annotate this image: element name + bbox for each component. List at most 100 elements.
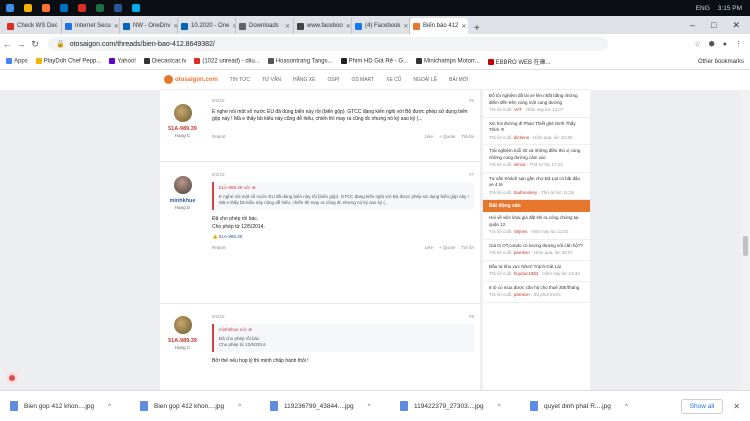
avatar[interactable] [173,104,192,122]
nav-item[interactable]: HÃNG XE [293,77,316,83]
back-icon[interactable]: ← [0,39,14,49]
start-icon[interactable] [6,4,14,12]
tab[interactable]: (4) Facebook ✕ [352,18,410,34]
bookmark-item[interactable]: (1022 unread) - diiu... [194,58,260,65]
bookmark-item[interactable]: Diecastcar.tv [143,58,186,65]
nav-item[interactable]: TIN TỨC [230,77,250,83]
close-icon[interactable]: ✕ [346,23,351,30]
post-date[interactable]: 8/3/18 [212,98,225,105]
post-number[interactable]: #7 [469,172,474,179]
bookmark-item[interactable]: Apps [6,58,28,65]
like-link[interactable]: Like [425,134,433,141]
nav-item[interactable]: OS MART [351,77,374,83]
extension-icon[interactable]: ⬢ [709,40,715,48]
page-scrollbar[interactable] [741,90,750,390]
forward-icon[interactable]: → [14,39,28,49]
new-tab-button[interactable]: + [468,23,486,34]
maximize-icon[interactable]: □ [711,20,716,31]
tab[interactable]: Check WS Dec✕ [4,18,62,34]
sidebar-thread[interactable]: Đầu tư khu vực Nhơn Trạch-Cát Lái Trả lời… [483,261,590,282]
show-all-button[interactable]: Show all [680,398,724,414]
download-item[interactable]: 119422379_27303....jpg ^ [390,401,520,411]
tab-active[interactable]: Biến báo 412 ✕ [410,18,468,34]
close-icon[interactable]: ✕ [285,23,290,30]
post-date[interactable]: 8/3/18 [212,172,225,179]
download-item[interactable]: 119236799_43844....jpg ^ [260,401,390,411]
chrome-icon[interactable] [24,4,32,12]
close-icon[interactable]: ✕ [461,23,466,30]
other-bookmarks[interactable]: Other bookmarks [698,59,750,65]
bookmark-item[interactable]: Hoasontrang Tangs... [267,58,333,65]
taskbar-apps[interactable] [0,4,140,12]
tab[interactable]: Internet Secu ✕ [62,18,120,34]
avatar[interactable] [173,176,192,194]
sidebar-thread[interactable]: Giá trị OT,condo có tương đương với căn … [483,240,590,261]
quote-author[interactable]: minhkhue nói: ⊕ [219,327,469,334]
quote-link[interactable]: + Quote [439,134,455,141]
bookmark-item[interactable]: Yahoo! [109,58,136,65]
sidebar-thread[interactable]: 8 tỏ có mua được căn hộ cho thuê 30tr/th… [483,282,590,303]
chevron-up-icon[interactable]: ^ [238,403,241,410]
skype-icon[interactable] [132,4,140,12]
report-link[interactable]: Report [212,134,226,141]
chevron-up-icon[interactable]: ^ [108,403,111,410]
username[interactable]: 51A-989.39 [160,126,205,132]
nav-item[interactable]: BÁI MỚI [449,77,468,83]
close-window-icon[interactable]: ✕ [732,20,740,31]
minimize-icon[interactable]: – [690,20,695,31]
nav-item[interactable]: NGOÀI LỀ [413,77,437,83]
sidebar-thread[interactable]: Trải nghiệm tuổi 30 và những điều thú vị… [483,145,590,173]
username[interactable]: 51A-989.39 [160,338,205,344]
lang-indicator[interactable]: ENG [696,5,710,12]
post-date[interactable]: 8/3/18 [212,314,225,321]
word-icon[interactable] [114,4,122,12]
like-link[interactable]: Like [425,245,433,252]
bookmark-item[interactable]: PlayDoh Chef Pepp... [35,58,101,65]
avatar[interactable] [173,316,192,334]
nav-item[interactable]: OSPI [327,77,339,83]
clock[interactable]: 3:15 PM [718,5,742,12]
chevron-up-icon[interactable]: ^ [625,403,628,410]
download-item[interactable]: Bien gop 412 khon....jpg ^ [130,401,260,411]
menu-icon[interactable]: ⋮ [735,40,742,48]
username[interactable]: minhkhue [160,198,205,204]
sidebar-thread[interactable]: Xin hỏi đường đi Phan Thiết ghé Dinh Thầ… [483,118,590,146]
download-item[interactable]: Bien gop 412 khon....jpg ^ [0,401,130,411]
tab[interactable]: NW - OneDriv ✕ [120,18,178,34]
bookmark-item[interactable]: Minichamps Motorr... [415,58,480,65]
sidebar-thread[interactable]: Đồ tôi nghiệm đã lái xe lên nhất bằng nh… [483,90,590,118]
download-item[interactable]: quyet dinh phat R....jpg ^ [520,401,650,411]
sidebar-section-title[interactable]: Bất động sản [483,200,590,213]
post-number[interactable]: #6 [469,98,474,105]
quote-link[interactable]: + Quote [439,245,455,252]
close-icon[interactable]: ✕ [114,23,119,30]
record-icon[interactable] [6,372,18,384]
lock-icon[interactable]: 🔒 [56,40,65,48]
url-input[interactable]: 🔒 otosaigon.com/threads/bien-bao-412.864… [48,37,608,51]
firefox-icon[interactable] [42,4,50,12]
site-logo[interactable]: otosaigon.com [164,75,218,84]
bookmark-item[interactable]: EBBRO WEB 在庫... [487,57,551,66]
profile-avatar-icon[interactable]: ● [723,41,727,48]
outlook-icon[interactable] [60,4,68,12]
nav-item[interactable]: XE CŨ [386,77,401,83]
quote-author[interactable]: 51A-989.39 nói: ⊕ [219,185,469,192]
sidebar-thread[interactable]: Hỏi về việc khai giá đất khi ra công chứ… [483,212,590,240]
close-icon[interactable]: ✕ [733,402,740,411]
post-number[interactable]: #8 [469,314,474,321]
pdf-icon[interactable] [78,4,86,12]
bookmark-item[interactable]: Phim HD Giá Rẻ - G... [340,58,408,65]
nav-item[interactable]: TƯ VẤN [262,77,281,83]
report-link[interactable]: Report [212,245,226,252]
tab[interactable]: 10.2020 - One✕ [178,18,236,34]
star-icon[interactable]: ☆ [694,40,700,48]
chevron-up-icon[interactable]: ^ [498,403,501,410]
excel-icon[interactable] [96,4,104,12]
tab[interactable]: www.faceboo ✕ [294,18,352,34]
reply-link[interactable]: Trả lời [461,134,474,141]
sidebar-thread[interactable]: Tư vấn Khách sạn gần chợ Đà Lạt có bãi đ… [483,173,590,201]
reload-icon[interactable]: ↻ [28,39,42,50]
tab[interactable]: Downloads ✕ [236,18,294,34]
chevron-up-icon[interactable]: ^ [368,403,371,410]
reply-link[interactable]: Trả lời [461,245,474,252]
